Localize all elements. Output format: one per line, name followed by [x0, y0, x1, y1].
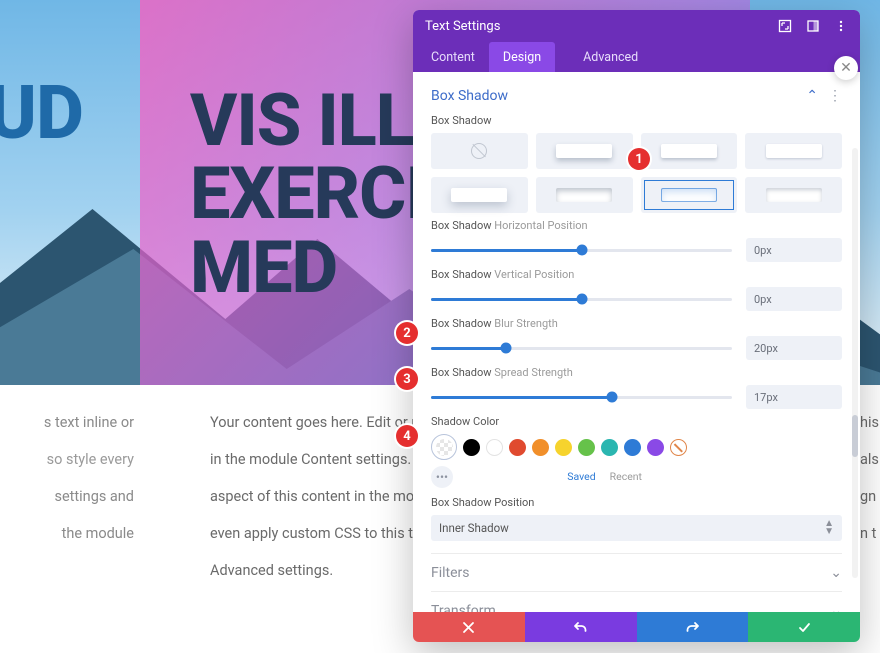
annotation-badge-4: 4: [396, 425, 418, 447]
annotation-badge-2: 2: [396, 322, 418, 344]
text-frag: n t: [860, 516, 880, 553]
chevron-down-icon: ⌄: [830, 565, 842, 581]
slider-spread[interactable]: 17px: [431, 385, 842, 409]
panel-footer: [413, 612, 860, 642]
chevron-up-icon[interactable]: ⌃: [806, 88, 818, 104]
text-frag: gn: [860, 479, 880, 516]
panel-title-icons: [778, 19, 848, 33]
label-shadow-color: Shadow Color: [431, 415, 842, 428]
text-frag: als: [860, 442, 880, 479]
swatch-purple[interactable]: [647, 439, 664, 456]
panel-scrollbar[interactable]: [852, 148, 858, 578]
left-column: s text inline or so style every settings…: [0, 385, 140, 653]
text-frag: his: [860, 405, 880, 442]
select-shadow-position[interactable]: Inner Shadow ▲▼: [431, 515, 842, 541]
kebab-icon[interactable]: [834, 19, 848, 33]
swatch-current[interactable]: [431, 434, 457, 460]
text-frag: so style every: [0, 442, 134, 479]
hero-left-word: UD: [0, 78, 83, 151]
select-value: Inner Shadow: [439, 521, 509, 535]
section-filters[interactable]: Filters ⌄: [431, 553, 842, 591]
cancel-button[interactable]: [413, 612, 525, 642]
slider-hpos[interactable]: 0px: [431, 238, 842, 262]
value-hpos[interactable]: 0px: [746, 238, 842, 262]
right-column: his als gn n t: [860, 385, 880, 653]
expand-icon[interactable]: [778, 19, 792, 33]
panel-titlebar[interactable]: Text Settings: [413, 10, 860, 42]
swatch-black[interactable]: [463, 439, 480, 456]
swatch-orange[interactable]: [532, 439, 549, 456]
text-frag: settings and: [0, 479, 134, 516]
swatch-blue[interactable]: [624, 439, 641, 456]
undo-button[interactable]: [525, 612, 637, 642]
close-panel-button[interactable]: ✕: [834, 56, 858, 80]
preset-none[interactable]: [431, 133, 528, 169]
page: UD VIS ILL EXERCI MED s text inline or s…: [0, 0, 880, 653]
label-shadow-position: Box Shadow Position: [431, 496, 842, 509]
swatch-yellow[interactable]: [555, 439, 572, 456]
section-transform[interactable]: Transform ⌄: [431, 591, 842, 612]
text-frag: the module: [0, 516, 134, 553]
label-preset: Box Shadow: [431, 114, 842, 127]
swatch-red[interactable]: [509, 439, 526, 456]
value-blur[interactable]: 20px: [746, 336, 842, 360]
save-button[interactable]: [748, 612, 860, 642]
slider-vpos[interactable]: 0px: [431, 287, 842, 311]
more-colors-button[interactable]: •••: [431, 466, 453, 488]
preset-5[interactable]: [536, 177, 633, 213]
label-hpos: Box Shadow Horizontal Position: [431, 219, 842, 232]
preset-4[interactable]: [431, 177, 528, 213]
redo-button[interactable]: [637, 612, 749, 642]
tab-content[interactable]: Content: [417, 42, 489, 72]
swatch-white[interactable]: [486, 439, 503, 456]
annotation-badge-1: 1: [628, 148, 650, 170]
swatch-green[interactable]: [578, 439, 595, 456]
select-arrows-icon: ▲▼: [824, 520, 834, 536]
swatch-teal[interactable]: [601, 439, 618, 456]
section-box-shadow[interactable]: Box Shadow ⌃ ⋮: [431, 82, 842, 108]
slider-blur[interactable]: 20px: [431, 336, 842, 360]
chevron-down-icon: ⌄: [830, 603, 842, 613]
annotation-badge-3: 3: [396, 368, 418, 390]
swatch-none[interactable]: [670, 439, 687, 456]
panel-tabs: Content Design Advanced: [413, 42, 860, 72]
value-vpos[interactable]: 0px: [746, 287, 842, 311]
tab-design[interactable]: Design: [489, 42, 555, 72]
label-vpos: Box Shadow Vertical Position: [431, 268, 842, 281]
kebab-icon[interactable]: ⋮: [828, 88, 842, 104]
preset-6-selected[interactable]: [641, 177, 738, 213]
section-title: Box Shadow: [431, 88, 508, 104]
panel-title: Text Settings: [425, 19, 500, 34]
preset-7[interactable]: [745, 177, 842, 213]
settings-panel: Text Settings Content Design Advanced Bo…: [413, 10, 860, 642]
preset-2[interactable]: [641, 133, 738, 169]
preset-3[interactable]: [745, 133, 842, 169]
text-frag: s text inline or: [0, 405, 134, 442]
scrollbar-thumb[interactable]: [852, 415, 858, 457]
palette-saved[interactable]: Saved: [567, 470, 595, 483]
label-blur: Box Shadow Blur Strength: [431, 317, 842, 330]
palette-recent[interactable]: Recent: [610, 470, 642, 483]
color-swatches: [431, 434, 842, 460]
snap-icon[interactable]: [806, 19, 820, 33]
tab-advanced[interactable]: Advanced: [569, 42, 652, 72]
hero-main-text: VIS ILL EXERCI MED: [190, 84, 426, 304]
preset-1[interactable]: [536, 133, 633, 169]
value-spread[interactable]: 17px: [746, 385, 842, 409]
shadow-preset-grid: [431, 133, 842, 213]
label-spread: Box Shadow Spread Strength: [431, 366, 842, 379]
